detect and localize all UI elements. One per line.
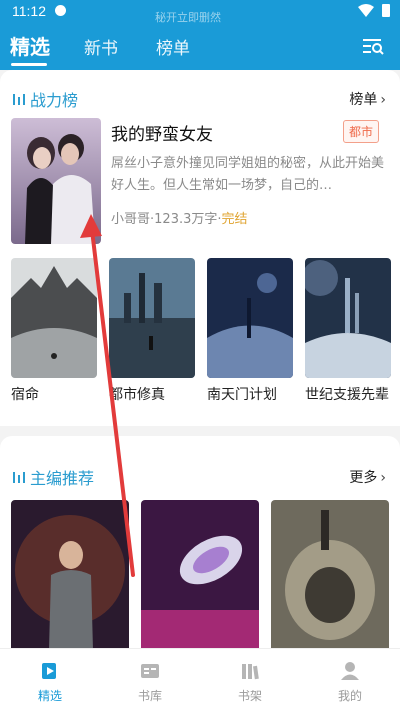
nav-label: 我的: [337, 689, 362, 703]
nav-label: 书库: [137, 689, 162, 703]
top-tabs: 精选 新书 榜单: [0, 30, 400, 66]
chevron-right-icon: ›: [380, 92, 386, 108]
bars-icon: [13, 472, 25, 483]
status-bar: 11:12 秘开立即删然: [0, 0, 400, 24]
section-title-text: 主编推荐: [30, 469, 95, 488]
book-name: 南天门计划: [207, 387, 277, 403]
completion-status: 完结: [221, 212, 248, 227]
book-name: 都市修真: [109, 387, 165, 403]
category-search-icon[interactable]: [362, 36, 384, 58]
featured-icon: [42, 663, 56, 679]
book-card[interactable]: 南天门计划: [207, 258, 293, 405]
genre-tag: 都市: [343, 120, 380, 143]
book-cover[interactable]: [11, 500, 129, 650]
bookshelf-icon: [242, 664, 259, 680]
book-card[interactable]: 都市修真: [109, 258, 195, 405]
nav-label: 精选: [37, 689, 62, 703]
book-name: 宿命: [11, 387, 39, 403]
notification-dot-icon: [55, 5, 66, 16]
nav-bookshelf[interactable]: 书架: [200, 649, 300, 712]
author-name: 小哥哥: [111, 212, 151, 227]
section-title: 主编推荐: [12, 465, 94, 489]
featured-book-cover[interactable]: [11, 118, 101, 244]
word-count: 123.3万字: [154, 212, 218, 227]
book-cover: [11, 258, 97, 378]
book-cover: [207, 258, 293, 378]
book-cover[interactable]: [271, 500, 389, 650]
section-title: 战力榜: [12, 87, 78, 111]
featured-book-title[interactable]: 我的野蛮女友: [111, 120, 213, 145]
book-card[interactable]: 世纪支援先辈: [305, 258, 391, 405]
wifi-icon: [358, 4, 374, 17]
nav-featured[interactable]: 精选: [0, 649, 100, 712]
section-title-text: 战力榜: [30, 91, 79, 110]
user-icon: [341, 662, 359, 680]
book-cover[interactable]: [141, 500, 259, 650]
nav-label: 书架: [237, 689, 262, 703]
bars-icon: [13, 94, 25, 105]
more-link-label: 更多: [349, 470, 378, 486]
bottom-navigation: 精选 书库 书架 我的: [0, 648, 400, 712]
book-card[interactable]: 宿命: [11, 258, 97, 405]
tab-featured[interactable]: 精选: [10, 31, 50, 60]
more-link[interactable]: 更多 ›: [349, 467, 386, 487]
book-cover: [305, 258, 391, 378]
status-time: 11:12: [12, 3, 46, 19]
status-faint-text: 秘开立即删然: [155, 11, 221, 24]
featured-book-description: 屌丝小子意外撞见同学姐姐的秘密，从此开始美好人生。但人生常如一场梦，自己的…: [111, 156, 385, 193]
rankings-link-label: 榜单: [349, 92, 378, 108]
battery-icon: [382, 4, 390, 17]
book-name: 世纪支援先辈: [305, 387, 389, 403]
active-tab-indicator: [11, 63, 47, 66]
rankings-link[interactable]: 榜单 ›: [349, 89, 386, 109]
chevron-right-icon: ›: [380, 470, 386, 486]
featured-book-meta: 小哥哥·123.3万字·完结: [111, 212, 248, 227]
tab-new-books[interactable]: 新书: [84, 34, 118, 59]
nav-library[interactable]: 书库: [100, 649, 200, 712]
tab-rankings[interactable]: 榜单: [156, 34, 190, 59]
book-cover: [109, 258, 195, 378]
app-header: 11:12 秘开立即删然 精选 新书 榜单: [0, 0, 400, 70]
library-icon: [141, 664, 159, 678]
nav-profile[interactable]: 我的: [300, 649, 400, 712]
